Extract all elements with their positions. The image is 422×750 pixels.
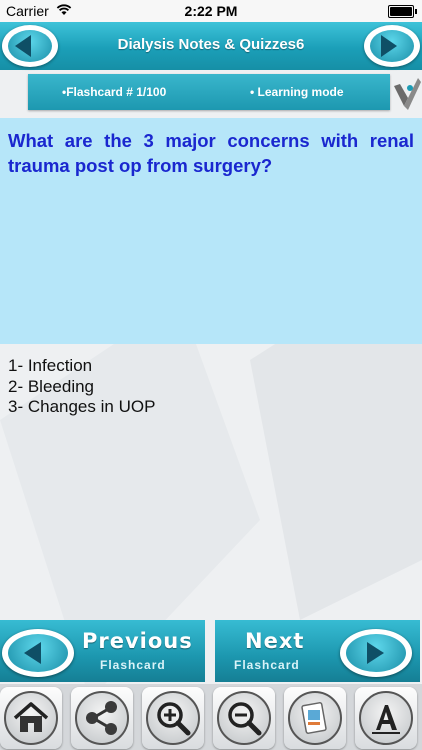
share-icon [86, 701, 117, 735]
left-arrow-icon [24, 642, 41, 664]
next-label: Next [245, 629, 305, 653]
home-icon [13, 702, 49, 732]
zoom-out-button[interactable] [213, 687, 275, 749]
right-arrow-icon [367, 642, 384, 664]
home-button[interactable] [0, 687, 62, 749]
share-button[interactable] [71, 687, 133, 749]
answer-item: 3- Changes in UOP [8, 397, 156, 416]
answer-item: 1- Infection [8, 356, 93, 375]
clock: 2:22 PM [184, 3, 238, 19]
previous-arrow-button[interactable] [2, 629, 74, 677]
question-panel: What are the 3 major concerns with renal… [0, 118, 422, 344]
question-text: What are the 3 major concerns with renal… [8, 130, 414, 176]
font-size-button[interactable] [355, 687, 417, 749]
zoom-in-icon [157, 702, 191, 736]
right-arrow-icon [381, 35, 397, 57]
status-bar: Carrier 2:22 PM [0, 0, 422, 22]
forward-button[interactable] [364, 25, 420, 67]
previous-label: Previous [82, 629, 193, 653]
left-arrow-icon [15, 35, 31, 57]
battery-icon [388, 5, 417, 18]
back-button[interactable] [2, 25, 58, 67]
answer-item: 2- Bleeding [8, 376, 95, 396]
brand-logo-icon [394, 78, 421, 110]
next-sublabel: Flashcard [234, 658, 300, 672]
flashcard-counter: •Flashcard # 1/100 [62, 85, 167, 99]
zoom-out-icon [228, 702, 262, 736]
learning-mode-label: • Learning mode [250, 85, 344, 99]
card-icon [301, 702, 327, 734]
header-bar: Dialysis Notes & Quizzes6 [0, 22, 422, 70]
font-icon [372, 705, 400, 734]
previous-sublabel: Flashcard [100, 658, 166, 672]
answer-list: 1- Infection 2- Bleeding 3- Changes in U… [8, 356, 155, 418]
next-arrow-button[interactable] [340, 629, 412, 677]
zoom-in-button[interactable] [142, 687, 204, 749]
page-title: Dialysis Notes & Quizzes6 [117, 36, 305, 53]
bottom-toolbar [0, 684, 422, 750]
card-view-button[interactable] [284, 687, 346, 749]
flashcard-info-bar: •Flashcard # 1/100 • Learning mode [28, 74, 390, 110]
